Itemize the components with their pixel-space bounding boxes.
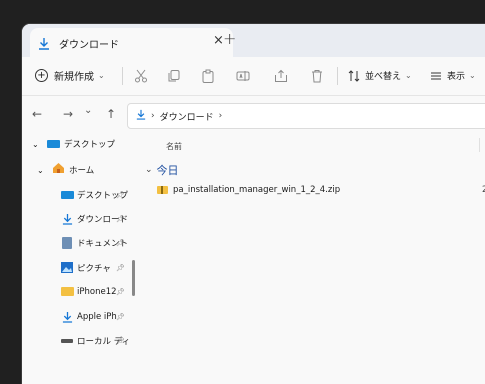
file-name: pa_installation_manager_win_1_2_4.zip	[173, 185, 341, 195]
sidebar-item-label: iPhone12	[77, 287, 117, 297]
sort-label: 並べ替え	[365, 72, 402, 82]
sidebar-scrollbar[interactable]	[132, 260, 135, 296]
breadcrumb-chevron-icon: ›	[151, 111, 155, 121]
view-button[interactable]: 表示 ⌄	[430, 69, 476, 82]
toolbar-divider	[337, 67, 338, 85]
desktop-icon	[61, 191, 74, 199]
picture-icon	[61, 262, 73, 276]
desktop-icon	[47, 140, 60, 148]
new-item-label: 新規作成	[54, 72, 94, 83]
breadcrumb-chevron-icon[interactable]: ›	[219, 111, 223, 121]
folder-icon	[61, 287, 74, 296]
pin-icon: 📌︎	[116, 288, 125, 296]
forward-button[interactable]: →	[63, 107, 73, 121]
document-icon	[62, 237, 72, 249]
tab-bar: ダウンロード × +	[22, 24, 485, 57]
plus-icon: +	[35, 69, 48, 82]
group-header-today[interactable]: ⌄ 今日	[145, 162, 179, 178]
pin-icon: 📌︎	[116, 264, 125, 272]
delete-icon[interactable]	[310, 69, 324, 83]
column-header-name[interactable]: 名前	[166, 141, 182, 152]
up-button[interactable]: ↑	[106, 107, 116, 121]
zip-folder-icon	[157, 186, 168, 194]
copy-icon[interactable]	[167, 69, 181, 83]
sidebar-item-label: ホーム	[69, 166, 95, 176]
tab-title: ダウンロード	[59, 40, 119, 51]
view-label: 表示	[447, 72, 466, 82]
share-icon[interactable]	[274, 69, 288, 83]
recent-locations-button[interactable]: ⌄	[84, 105, 92, 116]
toolbar-divider	[122, 67, 123, 85]
chevron-down-icon[interactable]: ⌄	[32, 140, 39, 149]
paste-icon[interactable]	[201, 69, 215, 83]
breadcrumb-downloads[interactable]: ダウンロード	[160, 110, 214, 123]
chevron-down-icon: ⌄	[405, 71, 412, 80]
tab-downloads[interactable]: ダウンロード ×	[30, 28, 233, 57]
command-bar: + 新規作成 ⌄ 並べ替え ⌄ 表示 ⌄	[22, 57, 485, 95]
column-divider[interactable]	[479, 138, 480, 152]
chevron-down-icon[interactable]: ⌄	[37, 166, 44, 175]
chevron-down-icon: ⌄	[145, 165, 153, 175]
navigation-pane: ⌄ デスクトップ ⌄ ホーム デスクトップ 📌︎ ダウンロード 📌︎ ドキュメン…	[22, 132, 140, 384]
new-tab-button[interactable]: +	[223, 29, 236, 48]
file-list-pane: 名前 ⌄ 今日 pa_installation_manager_win_1_2_…	[140, 132, 485, 384]
sidebar-item-label: Apple iPh	[77, 312, 117, 322]
cut-icon[interactable]	[134, 69, 148, 83]
group-label: 今日	[156, 164, 179, 177]
download-icon	[62, 213, 73, 228]
explorer-window: ダウンロード × + + 新規作成 ⌄ 並べ替え ⌄ 表示 ⌄ ← → ⌄ ↑ …	[22, 24, 485, 384]
download-icon	[136, 109, 146, 123]
download-icon	[62, 311, 73, 326]
address-bar[interactable]: › ダウンロード ›	[127, 103, 485, 129]
pin-icon: 📌︎	[116, 239, 125, 247]
back-button[interactable]: ←	[32, 107, 42, 121]
pin-icon: 📌︎	[116, 313, 125, 321]
pin-icon: 📌︎	[116, 215, 125, 223]
view-list-icon	[431, 72, 441, 79]
list-item[interactable]: pa_installation_manager_win_1_2_4.zip 2	[157, 185, 485, 195]
home-icon	[52, 162, 65, 177]
navigation-row: ← → ⌄ ↑ › ダウンロード ›	[22, 102, 485, 130]
chevron-down-icon: ⌄	[98, 71, 105, 80]
drive-icon	[61, 339, 73, 343]
pin-icon: 📌︎	[116, 191, 125, 199]
sort-button[interactable]: 並べ替え ⌄	[348, 69, 412, 82]
pin-icon: 📌︎	[116, 337, 125, 345]
chevron-down-icon: ⌄	[469, 71, 476, 80]
sidebar-item-label: ピクチャ	[77, 264, 111, 274]
download-icon	[38, 35, 50, 54]
sidebar-item-label: デスクトップ	[64, 140, 116, 150]
new-item-button[interactable]: + 新規作成 ⌄	[35, 68, 105, 83]
sort-icon	[348, 69, 360, 82]
toolbar-divider-line	[22, 95, 485, 96]
rename-icon[interactable]	[236, 69, 250, 83]
